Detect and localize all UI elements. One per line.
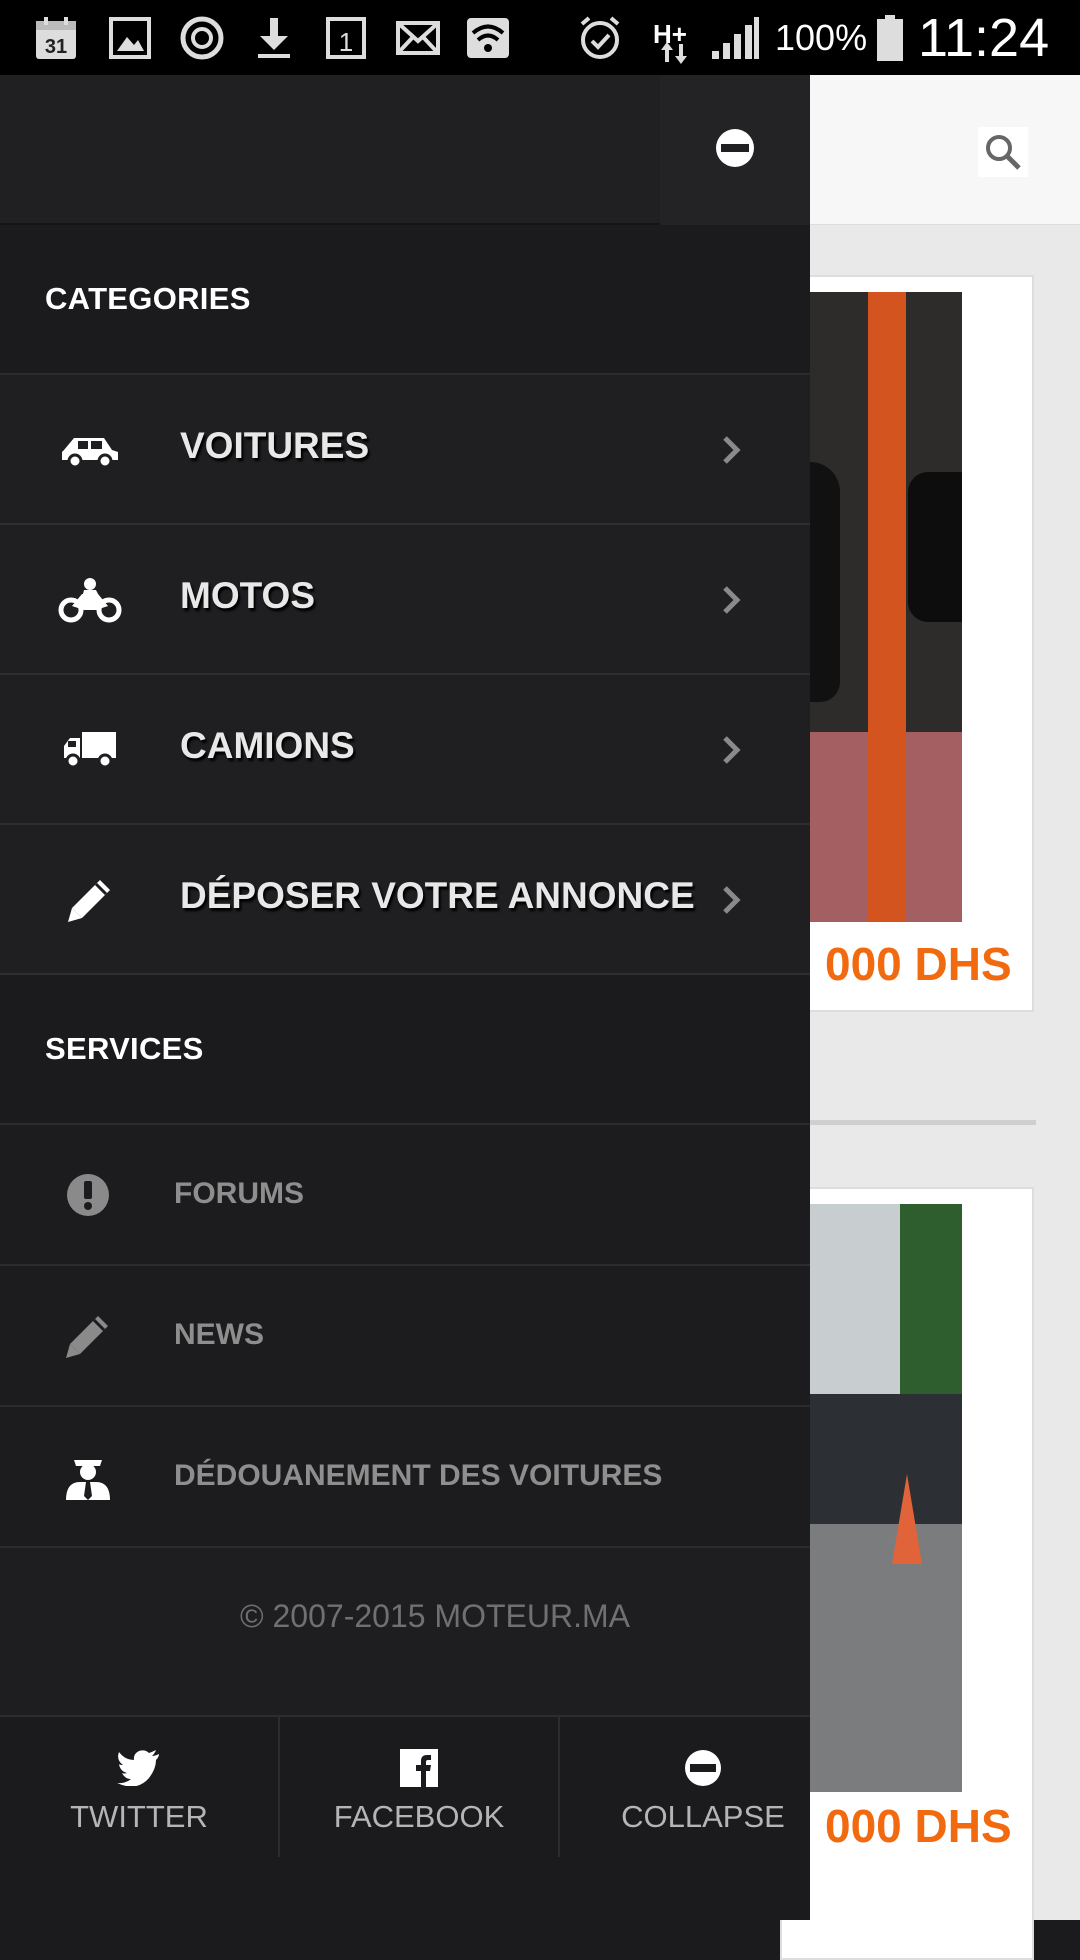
alarm-icon <box>572 14 628 62</box>
motorcycle-icon <box>55 570 125 630</box>
category-item-voitures[interactable]: VOITURES <box>0 375 810 525</box>
twitter-button[interactable]: TWITTER <box>0 1717 280 1857</box>
category-label: DÉPOSER VOTRE ANNONCE <box>180 875 695 916</box>
collapse-drawer-button[interactable] <box>660 75 810 225</box>
download-icon <box>248 14 300 62</box>
sync-icon <box>176 14 228 62</box>
facebook-button[interactable]: FACEBOOK <box>280 1717 560 1857</box>
collapse-icon <box>715 128 755 173</box>
categories-heading: CATEGORIES <box>0 225 810 375</box>
service-item-dedouanement[interactable]: DÉDOUANEMENT DES VOITURES <box>0 1407 810 1548</box>
listing-card[interactable]: 000 DHS <box>780 275 1034 1012</box>
svg-text:1: 1 <box>339 27 353 57</box>
service-label: DÉDOUANEMENT DES VOITURES <box>174 1459 663 1492</box>
listing-card[interactable]: 000 DHS <box>780 1187 1034 1960</box>
calendar-icon: 31 <box>30 14 82 62</box>
twitter-label: TWITTER <box>70 1799 208 1834</box>
copyright-text: © 2007-2015 MOTEUR.MA <box>240 1598 630 1634</box>
listing-price: 000 DHS <box>825 938 1012 990</box>
exclamation-icon <box>58 1167 118 1223</box>
category-label: VOITURES <box>180 425 370 466</box>
navigation-drawer: CATEGORIES VOITURES MOTOS CAMIONS DÉPOSE… <box>0 75 810 1920</box>
data-arrows-icon <box>656 38 692 68</box>
drawer-header <box>0 75 810 225</box>
battery-icon <box>872 14 908 62</box>
category-label: CAMIONS <box>180 725 355 766</box>
mail-icon <box>392 14 444 62</box>
svg-text:31: 31 <box>45 36 67 58</box>
gallery-icon <box>104 14 156 62</box>
facebook-label: FACEBOOK <box>333 1799 505 1834</box>
search-icon[interactable] <box>978 127 1028 177</box>
customs-officer-icon <box>58 1449 118 1505</box>
truck-icon <box>55 720 125 780</box>
listing-price: 000 DHS <box>825 1800 1012 1852</box>
chevron-right-icon <box>720 730 744 770</box>
car-icon <box>55 420 125 480</box>
signal-icon <box>707 14 763 62</box>
pencil-icon <box>55 870 125 930</box>
chevron-right-icon <box>720 880 744 920</box>
listing-divider <box>800 1120 1036 1125</box>
services-heading: SERVICES <box>0 975 810 1125</box>
drawer-bottom-bar: TWITTER FACEBOOK COLLAPSE <box>0 1715 810 1920</box>
twitter-icon <box>0 1747 278 1789</box>
facebook-icon <box>280 1747 558 1789</box>
wifi-icon <box>462 14 514 62</box>
chevron-right-icon <box>720 580 744 620</box>
service-label: FORUMS <box>174 1177 304 1210</box>
clock: 11:24 <box>918 8 1050 68</box>
category-item-camions[interactable]: CAMIONS <box>0 675 810 825</box>
pencil-icon <box>58 1308 118 1364</box>
chevron-right-icon <box>720 430 744 470</box>
status-bar: 31 1 H+ 100% 11:24 <box>0 0 1080 75</box>
category-item-motos[interactable]: MOTOS <box>0 525 810 675</box>
sim-icon: 1 <box>320 14 372 62</box>
collapse-icon <box>578 1747 828 1789</box>
category-label: MOTOS <box>180 575 315 616</box>
service-label: NEWS <box>174 1318 264 1351</box>
service-item-forums[interactable]: FORUMS <box>0 1125 810 1266</box>
service-item-news[interactable]: NEWS <box>0 1266 810 1407</box>
category-item-deposer-annonce[interactable]: DÉPOSER VOTRE ANNONCE <box>0 825 810 975</box>
battery-percent: 100% <box>775 17 868 58</box>
collapse-button[interactable]: COLLAPSE <box>560 1717 810 1857</box>
collapse-label: COLLAPSE <box>621 1799 785 1834</box>
